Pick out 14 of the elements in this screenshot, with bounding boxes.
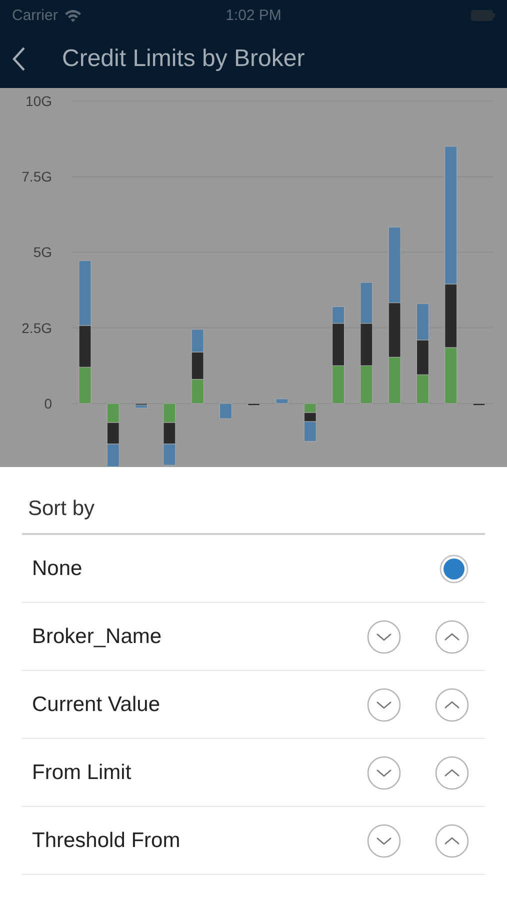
- axis-label: 2.5G: [22, 320, 52, 336]
- axis-label: 7.5G: [22, 168, 52, 185]
- screen-title: Credit Limits by Broker: [62, 45, 305, 73]
- axis-label: 5G: [33, 244, 52, 260]
- axis-label: 0: [44, 395, 52, 412]
- sheet-title: Sort by: [22, 467, 485, 535]
- sort-option-label: Broker_Name: [32, 624, 163, 648]
- time-label: 1:02 PM: [224, 6, 282, 24]
- axis-label: 10G: [26, 93, 52, 109]
- sort-option-label: None: [32, 556, 84, 580]
- sort-option-label: Current Value: [32, 692, 162, 716]
- sort-option-label: From Limit: [32, 760, 132, 784]
- sort-option-label: Threshold From: [32, 828, 182, 852]
- carrier-label: Carrier: [12, 6, 58, 24]
